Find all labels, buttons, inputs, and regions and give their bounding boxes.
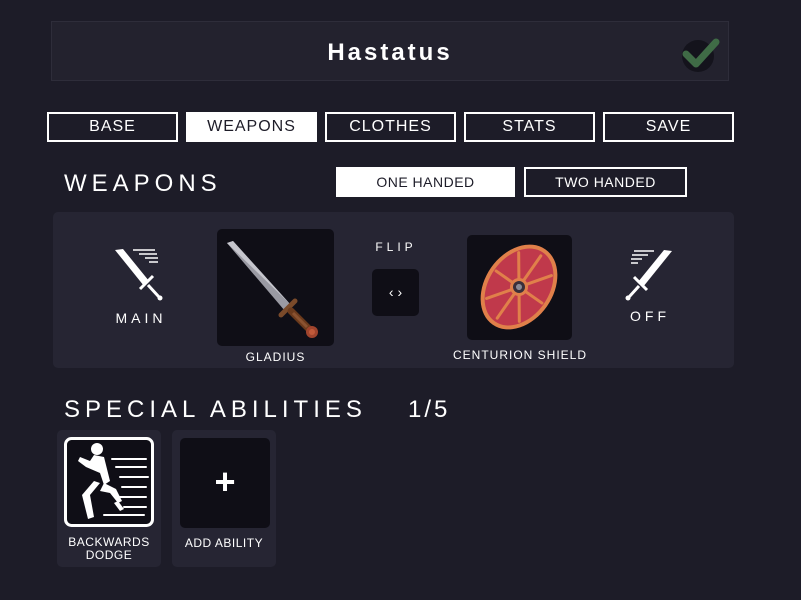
special-abilities-heading: SPECIAL ABILITIES [64, 396, 367, 423]
off-hand-label: OFF [630, 308, 670, 324]
off-hand-sword-icon [625, 250, 672, 301]
tab-save[interactable]: SAVE [603, 112, 734, 142]
tab-base[interactable]: BASE [47, 112, 178, 142]
two-handed-toggle[interactable]: TWO HANDED [524, 167, 687, 197]
ability-count: 1/5 [408, 396, 451, 423]
character-name: Hastatus [327, 39, 453, 66]
shield-icon [480, 244, 558, 330]
title-bar: Hastatus [51, 21, 729, 81]
ability-backwards-dodge[interactable]: BACKWARDS DODGE [57, 430, 161, 567]
ability-name: BACKWARDS DODGE [57, 536, 161, 562]
tab-stats[interactable]: STATS [464, 112, 595, 142]
gladius-icon [227, 241, 318, 338]
flip-label: FLIP [375, 240, 417, 254]
add-ability-card[interactable]: + ADD ABILITY [172, 430, 276, 567]
weapons-heading: WEAPONS [64, 170, 222, 197]
add-ability-label: ADD ABILITY [184, 536, 264, 550]
main-hand-sword-icon [115, 249, 163, 301]
dodge-icon [64, 437, 154, 527]
add-ability-button[interactable]: + [180, 438, 270, 528]
plus-icon: + [214, 461, 236, 502]
main-weapon-name: GLADIUS [245, 350, 306, 364]
checkmark-icon[interactable] [680, 34, 720, 74]
ability-name-line2: DODGE [85, 548, 133, 562]
flip-button[interactable]: ‹ › [372, 269, 419, 316]
tab-weapons[interactable]: WEAPONS [186, 112, 317, 142]
off-hand-item-name: CENTURION SHIELD [452, 348, 587, 362]
tab-clothes[interactable]: CLOTHES [325, 112, 456, 142]
off-hand-slot[interactable] [467, 235, 572, 340]
main-hand-label: MAIN [115, 310, 167, 326]
one-handed-toggle[interactable]: ONE HANDED [336, 167, 515, 197]
main-weapon-slot[interactable] [217, 229, 334, 346]
